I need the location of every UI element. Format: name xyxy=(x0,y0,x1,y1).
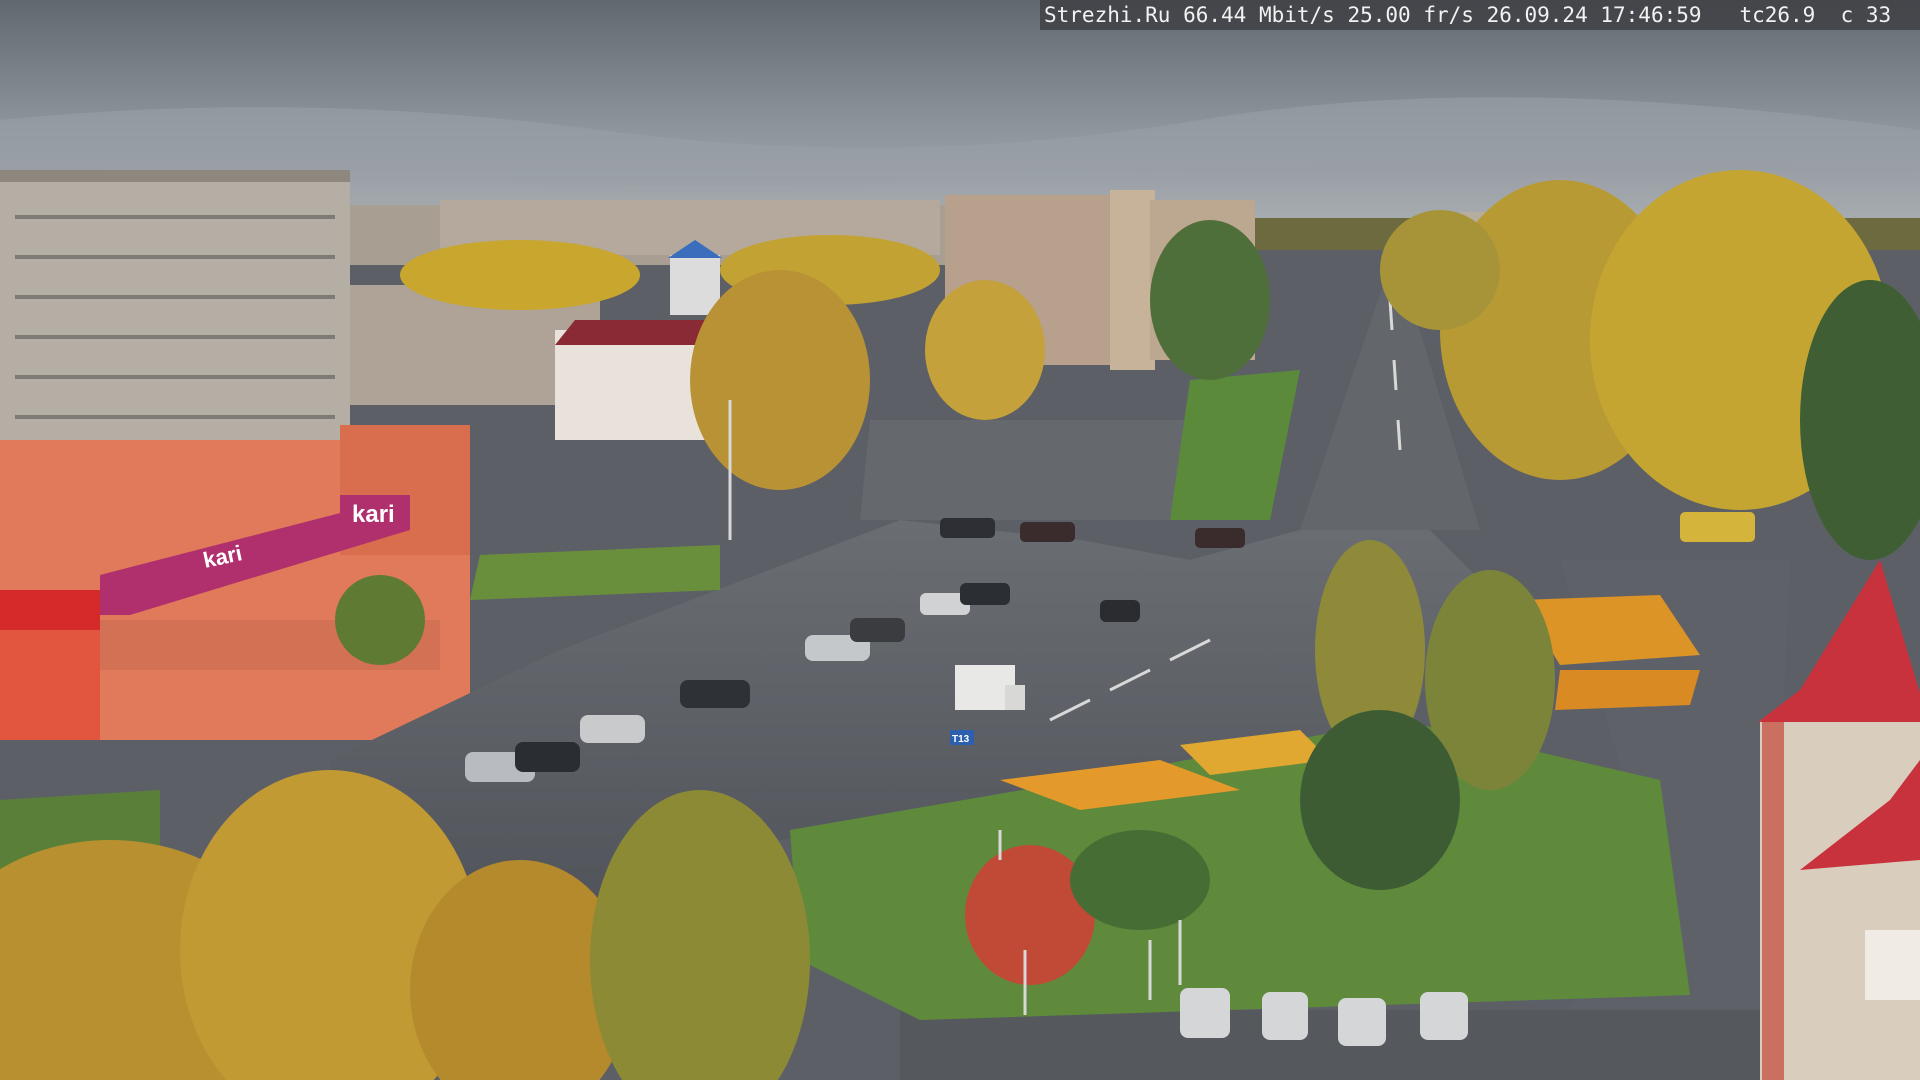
overlay-temp: tc26.9 xyxy=(1739,3,1816,27)
road-sign-text: T13 xyxy=(952,734,970,745)
upper-lot xyxy=(860,420,1220,520)
camera-overlay: Strezhi.Ru 66.44 Mbit/s 25.00 fr/s 26.09… xyxy=(1040,0,1920,30)
overlay-bitrate: 66.44 Mbit/s xyxy=(1183,3,1335,27)
overlay-date: 26.09.24 xyxy=(1486,3,1588,27)
flower-bed-4 xyxy=(1555,670,1700,710)
truck xyxy=(955,665,1025,710)
store-brand-sign: kari xyxy=(352,501,395,528)
yellow-bus xyxy=(1680,512,1755,542)
overlay-channel: c 33 xyxy=(1840,3,1892,27)
webcam-scene: kari kari T13 xyxy=(0,0,1920,1080)
overlay-time: 17:46:59 xyxy=(1600,3,1702,27)
overlay-framerate: 25.00 fr/s xyxy=(1347,3,1474,27)
overlay-site: Strezhi.Ru xyxy=(1044,3,1171,27)
